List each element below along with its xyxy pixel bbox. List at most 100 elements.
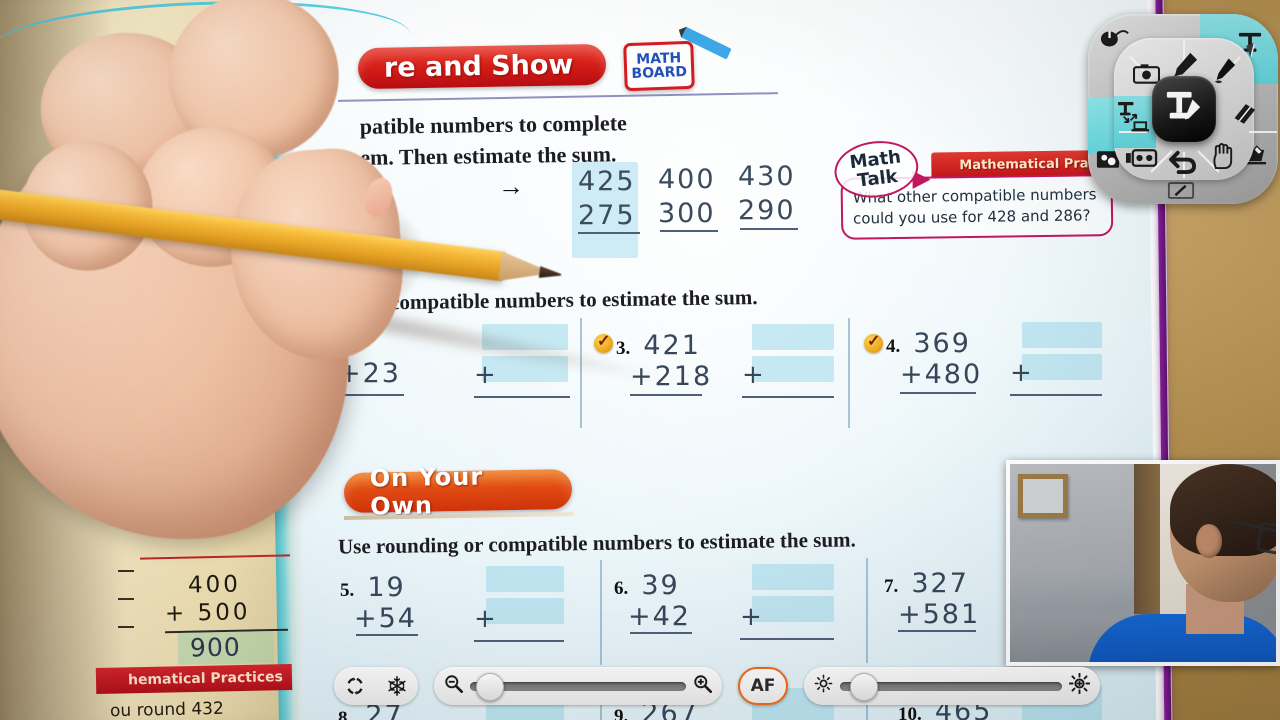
problem-5-bottom: +54 [354,603,417,634]
video-record-icon[interactable] [1124,146,1158,170]
problem-2-answer-bar [474,396,570,398]
instructions-top: patible numbers to complete em. Then est… [359,110,627,170]
rotate-icon[interactable] [334,667,376,705]
presenter-hand [0,0,429,554]
zoom-control-group[interactable] [434,667,722,705]
column-divider-4 [866,558,868,663]
problem-6-bottom: +42 [628,601,691,632]
worked-col-3: 430 290 [738,160,796,228]
worked-col-1: 425 275 [578,165,636,233]
answer-box-r1e[interactable] [1022,322,1102,348]
left-page-tick-marks [118,570,136,660]
zoom-in-icon[interactable] [693,674,712,698]
problem-6-top: 39 [641,570,680,601]
whiteboard-pen-icon[interactable] [1166,180,1196,200]
problem-4-check-icon [864,331,883,353]
brightness-slider-knob[interactable] [850,672,878,701]
answer-box-r1c[interactable] [752,324,834,350]
brightness-low-icon[interactable] [814,674,833,698]
problem-3-top: 421 [643,330,701,361]
brightness-slider[interactable] [804,667,1100,705]
worked-col-2: 400 300 [658,163,716,231]
pip-person-glasses-lens [1255,521,1276,557]
problem-3-bar [630,394,702,396]
zoom-slider-track[interactable] [470,672,686,701]
column-divider-3 [600,560,602,665]
problem-4-plus: + [1010,358,1032,388]
mouse-icon[interactable] [1100,26,1130,50]
worked-col3-bar [740,228,798,230]
doc-camera-annotate-icon[interactable] [1152,76,1216,142]
app-root: 400 + 500 900 hematical Practices ou rou… [0,0,1280,720]
problem-7-number: 7. [884,576,899,597]
math-board-badge: MATH BOARD [623,40,695,92]
brightness-slider-track[interactable] [840,672,1062,701]
worked-col1-bottom: 275 [578,200,636,231]
problem-9-number: 9. [614,706,629,720]
problem-4-bar [900,392,976,394]
radial-tool-menu[interactable] [1088,14,1278,204]
problem-5-bar [356,634,418,636]
zoom-slider[interactable] [434,667,722,705]
left-page-practices-banner: hematical Practices [95,663,293,695]
camera-toolbar[interactable]: AF [334,666,1100,706]
problem-4-top: 369 [913,328,971,359]
problem-6: 6. 39 +42 [614,570,691,632]
answer-box-r1f[interactable] [1022,354,1102,380]
column-divider-2 [848,318,850,428]
pip-person-shirt [1088,614,1276,662]
brightness-control-group[interactable] [804,667,1100,705]
math-board-line2: BOARD [631,64,688,82]
hand-icon[interactable] [1210,142,1236,170]
problem-7-bottom: +581 [898,599,981,630]
problem-4: 4. 369 +480 [886,328,982,390]
camera-icon[interactable] [1132,62,1160,84]
zoom-slider-knob[interactable] [476,672,504,701]
snowflake-icon[interactable] [376,667,418,705]
worked-col3-bottom: 290 [738,195,796,226]
problem-7-bar [898,630,976,632]
left-page-addend-1: 400 [187,571,242,599]
marker-icon[interactable] [1210,56,1238,86]
problem-5-number: 5. [340,580,355,601]
problem-10-number: 10. [898,704,922,720]
webcam-pip[interactable] [1006,460,1280,666]
answer-box-r1d[interactable] [752,356,834,382]
answer-box-r2a[interactable] [486,566,564,592]
worked-col2-top: 400 [658,164,716,195]
answer-box-r2c[interactable] [752,564,834,590]
worked-col2-bar [660,230,718,232]
problem-4-bottom: +480 [900,359,983,390]
problem-5: 5. 19 +54 [340,572,417,634]
left-page-tail-text: ou round 432 [109,698,224,720]
pencil-lead-tip [539,266,562,281]
answer-box-r2d[interactable] [752,596,834,622]
eraser-icon[interactable] [1228,100,1258,126]
pip-person-ear [1196,524,1222,558]
zoom-out-icon[interactable] [444,674,463,698]
camera-to-laptop-icon[interactable] [1116,100,1150,132]
problem-5-answer-bar [474,640,564,642]
problem-5-top: 19 [367,572,406,603]
brightness-high-icon[interactable] [1068,672,1091,699]
problem-3-plus: + [742,360,764,390]
view-controls-group[interactable] [334,667,418,705]
worked-col3-top: 430 [738,161,796,192]
worked-col1-bar [578,232,640,234]
problem-7: 7. 327 +581 [884,568,980,630]
problem-4-number: 4. [886,336,901,357]
problem-3-check-icon [594,331,613,353]
worked-col1-top: 425 [578,166,636,197]
problem-6-answer-bar [740,638,834,640]
problem-8-number: 8. [338,708,353,720]
undo-icon[interactable] [1166,148,1198,174]
worked-col2-bottom: 300 [658,198,716,229]
problem-3-answer-bar [742,396,834,398]
problem-7-top: 327 [911,568,969,599]
math-talk-line2: Talk [856,165,899,192]
autofocus-button[interactable]: AF [738,667,788,705]
left-page-addend-2: + 500 [164,599,251,627]
worked-row-arrow: → [498,172,524,201]
answer-box-r2b[interactable] [486,598,564,624]
problem-4-answer-bar [1010,394,1102,396]
